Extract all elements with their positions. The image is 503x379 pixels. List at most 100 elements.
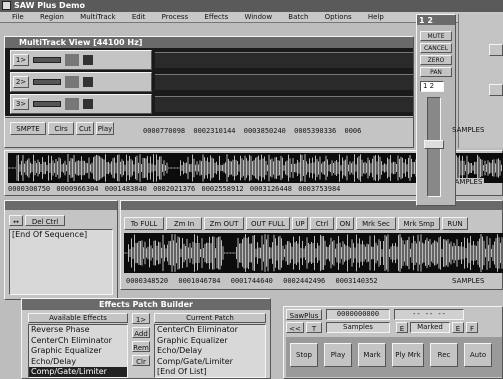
rewind-button[interactable]: << — [286, 322, 304, 333]
track-number-button[interactable]: 1> — [13, 54, 29, 66]
effect-item[interactable]: Graphic Equalizer — [29, 346, 127, 357]
right-panel-button[interactable] — [489, 84, 503, 96]
clrs-button[interactable]: Clrs — [48, 122, 74, 135]
track-lane-1[interactable] — [155, 52, 413, 68]
zero-button[interactable]: ZERO — [420, 55, 452, 65]
remove-effect-button[interactable]: Rem — [132, 341, 150, 352]
stop-button[interactable]: Stop — [290, 343, 318, 367]
out-full-button[interactable]: OUT FULL — [246, 217, 290, 230]
track-lane-2[interactable] — [155, 74, 413, 90]
effect-item-selected[interactable]: Comp/Gate/Limiter — [29, 367, 127, 377]
multitrack-title-bar: MultiTrack View [44100 Hz] — [5, 37, 413, 48]
smpte-button[interactable]: SMPTE — [10, 122, 46, 135]
effect-item[interactable]: Echo/Delay — [29, 357, 127, 368]
menu-region[interactable]: Region — [40, 13, 64, 21]
mark-samples-button[interactable]: Mrk Smp — [398, 217, 440, 230]
menu-process[interactable]: Process — [162, 13, 189, 21]
sequence-item-end[interactable]: [End Of Sequence] — [10, 230, 112, 241]
t-button[interactable]: T — [306, 322, 322, 333]
track-mute-icon[interactable] — [83, 99, 93, 109]
ctrl-button[interactable]: Ctrl — [310, 217, 334, 230]
patch-item[interactable]: [End Of List] — [155, 367, 265, 377]
multitrack-ruler: 0000770098 0002310144 0003850240 0005390… — [143, 126, 413, 136]
track-pan-icon[interactable] — [65, 98, 79, 110]
track-header-3[interactable]: 3> — [10, 94, 152, 114]
effects-dialog: Effects Patch Builder Available Effects … — [21, 298, 271, 379]
track-volume-slider[interactable] — [33, 57, 61, 63]
track-volume-slider[interactable] — [33, 101, 61, 107]
transport-buttons-row: Stop Play Mark Ply Mrk Rec Auto — [286, 337, 502, 377]
track-header-2[interactable]: 2> — [10, 72, 152, 92]
ruler-tick-label: 0002558912 — [201, 185, 244, 193]
auto-button[interactable]: Auto — [464, 343, 492, 367]
add-effect-button[interactable]: Add — [132, 327, 150, 338]
ruler-tick-label: 0002021376 — [153, 185, 196, 193]
track-mute-icon[interactable] — [83, 55, 93, 65]
e-button-2[interactable]: E — [452, 322, 464, 333]
track-pan-icon[interactable] — [65, 76, 79, 88]
menu-effects[interactable]: Effects — [204, 13, 228, 21]
to-full-button[interactable]: To FULL — [124, 217, 164, 230]
available-effects-list[interactable]: Reverse Phase CenterCh Eliminator Graphi… — [28, 324, 128, 378]
zoom-out-button[interactable]: Zm OUT — [204, 217, 244, 230]
patch-arrow-button[interactable]: 1> — [132, 313, 150, 324]
right-panel-button[interactable] — [489, 44, 503, 56]
cut-button[interactable]: Cut — [76, 122, 94, 135]
ruler-tick-label: 0000966304 — [56, 185, 99, 193]
menu-edit[interactable]: Edit — [132, 13, 146, 21]
cancel-button[interactable]: CANCEL — [420, 43, 452, 53]
track-number-button[interactable]: 3> — [13, 98, 29, 110]
transport-title[interactable]: SawPlus — [286, 309, 322, 320]
record-button[interactable]: Rec — [430, 343, 458, 367]
mark-button[interactable]: Mark — [358, 343, 386, 367]
e-button[interactable]: E — [396, 322, 408, 333]
up-button[interactable]: UP — [292, 217, 308, 230]
available-effects-header: Available Effects — [28, 313, 128, 323]
del-ctrl-button[interactable]: Del Ctrl — [25, 215, 65, 226]
track-header-1[interactable]: 1> — [10, 50, 152, 70]
menu-options[interactable]: Options — [325, 13, 352, 21]
current-patch-items: CenterCh Eliminator Graphic Equalizer Ec… — [155, 325, 265, 377]
sequence-arrow-button[interactable]: ↔ — [9, 215, 23, 226]
run-button[interactable]: RUN — [442, 217, 468, 230]
menu-batch[interactable]: Batch — [288, 13, 308, 21]
patch-item[interactable]: Graphic Equalizer — [155, 336, 265, 347]
effect-item[interactable]: Reverse Phase — [29, 325, 127, 336]
track-mute-icon[interactable] — [83, 77, 93, 87]
track-volume-slider[interactable] — [33, 79, 61, 85]
patch-item[interactable]: Comp/Gate/Limiter — [155, 357, 265, 368]
track-lane-3[interactable] — [155, 96, 413, 112]
ruler-tick-label: 0001483840 — [104, 185, 147, 193]
transport-counter-2: -- -- -- — [394, 309, 464, 320]
patch-item[interactable]: Echo/Delay — [155, 346, 265, 357]
current-patch-list[interactable]: CenterCh Eliminator Graphic Equalizer Ec… — [154, 324, 266, 378]
zoom-in-button[interactable]: Zm In — [166, 217, 202, 230]
ruler-tick-label: 0000308750 — [8, 185, 51, 193]
play-marked-button[interactable]: Ply Mrk — [392, 343, 424, 367]
marked-select[interactable]: Marked — [410, 322, 450, 333]
mixer-panel: 1 2 MUTE CANCEL ZERO PAN 1 2 — [416, 14, 456, 206]
sequence-list[interactable]: [End Of Sequence] — [9, 229, 113, 295]
play-button[interactable]: Play — [96, 122, 114, 135]
menu-multitrack[interactable]: MultiTrack — [80, 13, 115, 21]
patch-item[interactable]: CenterCh Eliminator — [155, 325, 265, 336]
play-transport-button[interactable]: Play — [324, 343, 352, 367]
track-pan-icon[interactable] — [65, 54, 79, 66]
menu-file[interactable]: File — [12, 13, 24, 21]
fader-handle[interactable] — [424, 140, 444, 149]
on-button[interactable]: ON — [336, 217, 354, 230]
effect-item[interactable]: CenterCh Eliminator — [29, 336, 127, 347]
channel-select[interactable]: 1 2 — [420, 81, 444, 92]
edit-toolbar: To FULL Zm In Zm OUT OUT FULL UP Ctrl ON… — [124, 217, 503, 231]
menu-window[interactable]: Window — [244, 13, 272, 21]
mute-button[interactable]: MUTE — [420, 31, 452, 41]
track-number-button[interactable]: 2> — [13, 76, 29, 88]
format-select[interactable]: Samples — [326, 322, 390, 333]
f-button[interactable]: F — [466, 322, 478, 333]
clear-effects-button[interactable]: Clr — [132, 355, 150, 366]
edit-waveform[interactable] — [124, 233, 503, 273]
pan-button[interactable]: PAN — [420, 67, 452, 77]
mark-sec-button[interactable]: Mrk Sec — [356, 217, 396, 230]
sequence-title-bar — [5, 201, 117, 210]
menu-help[interactable]: Help — [368, 13, 384, 21]
